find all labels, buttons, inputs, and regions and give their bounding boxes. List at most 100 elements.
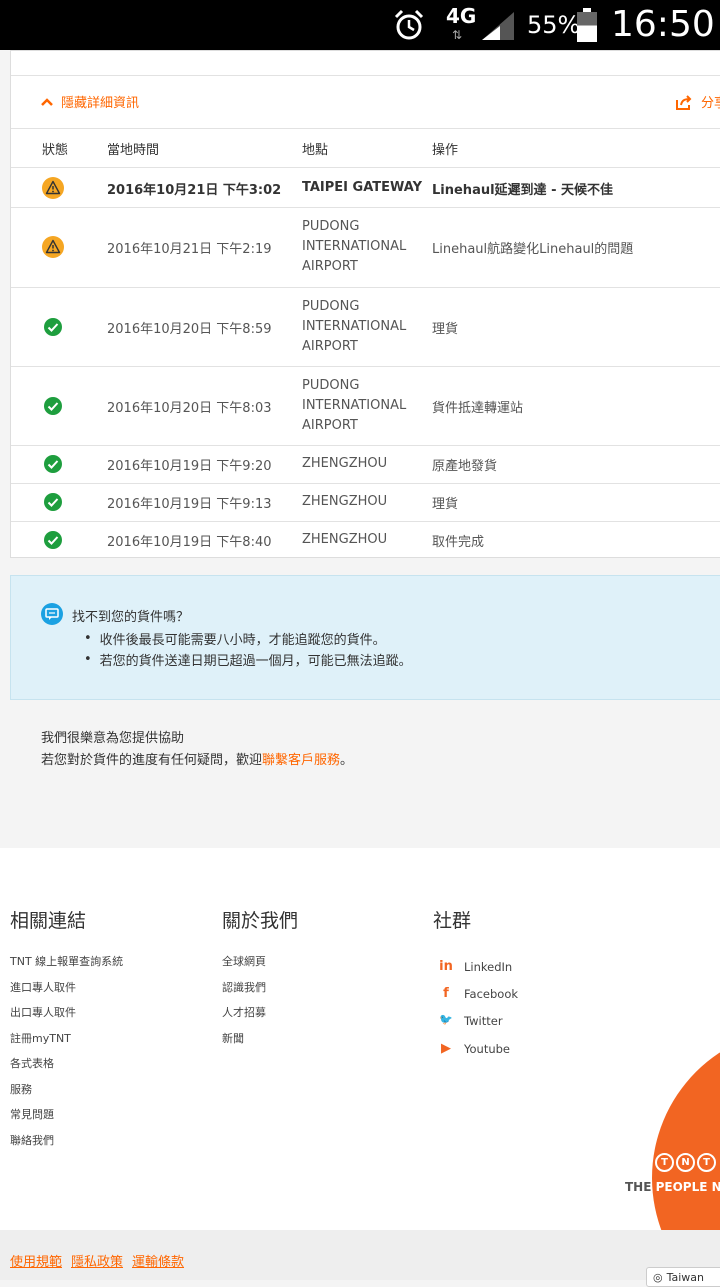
event-time: 2016年10月21日 下午2:19	[107, 242, 272, 257]
social-link-linkedin[interactable]: in LinkedIn	[433, 953, 518, 980]
panel-top-strip	[11, 51, 720, 76]
brand-tagline: THE PEOPLE N	[625, 1180, 720, 1194]
hide-details-label: 隱藏詳細資訊	[61, 96, 140, 111]
check-circle-icon	[42, 491, 64, 513]
status-bar: 4G ⇅ 55% 16:50	[0, 0, 720, 50]
event-time: 2016年10月21日 下午3:02	[107, 182, 282, 198]
footer: 相關連結 TNT 線上報單查詢系統 進口專人取件 出口專人取件 註冊myTNT 各式表格…	[0, 848, 720, 1230]
footer-link[interactable]: 全球網頁	[222, 953, 298, 979]
legal-bar: 使用規範 隱私政策 運輸條款	[0, 1230, 720, 1280]
event-location: ZHENGZHOU	[302, 532, 388, 547]
event-location: PUDONG INTERNATIONAL AIRPORT	[302, 377, 407, 433]
table-row: 2016年10月20日 下午8:59 PUDONG INTERNATIONAL A…	[11, 287, 720, 367]
social-link-twitter[interactable]: 🐦 Twitter	[433, 1008, 518, 1035]
footer-link[interactable]: 服務	[10, 1081, 123, 1107]
footer-link[interactable]: 出口專人取件	[10, 1004, 123, 1030]
event-time: 2016年10月19日 下午9:13	[107, 497, 272, 512]
column-header-status: 狀態	[42, 143, 69, 158]
chat-bubble-icon	[41, 603, 63, 625]
footer-link[interactable]: 常見問題	[10, 1106, 123, 1132]
privacy-policy-link[interactable]: 隱私政策	[71, 1251, 123, 1270]
table-row: 2016年10月21日 下午2:19 PUDONG INTERNATIONAL A…	[11, 207, 720, 288]
table-row: 2016年10月20日 下午8:03 PUDONG INTERNATIONAL A…	[11, 366, 720, 446]
hide-details-toggle[interactable]: 隱藏詳細資訊	[41, 92, 139, 111]
share-icon	[676, 94, 692, 110]
column-header-action: 操作	[432, 143, 459, 158]
check-circle-icon	[42, 316, 64, 338]
footer-related-title: 相關連結	[10, 910, 87, 932]
event-location: ZHENGZHOU	[302, 456, 388, 471]
terms-of-use-link[interactable]: 使用規範	[10, 1251, 62, 1270]
event-time: 2016年10月20日 下午8:03	[107, 400, 272, 416]
region-label: Taiwan	[666, 1270, 705, 1284]
tracking-panel: 隱藏詳細資訊 分享 狀態 當地時間 地點 操作 2016年10月21日 下午3:…	[10, 50, 720, 558]
share-button[interactable]: 分享	[675, 92, 720, 111]
region-selector[interactable]: ◎ Taiwan	[646, 1267, 720, 1287]
help-info-box: 找不到您的貨件嗎？ 收件後最長可能需要八小時，才能追蹤您的貨件。 若您的貨件送達…	[10, 575, 720, 700]
data-arrows-icon: ⇅	[452, 28, 462, 42]
warning-icon	[42, 176, 64, 199]
footer-link[interactable]: 人才招募	[222, 1004, 298, 1030]
footer-about-title: 關於我們	[222, 910, 299, 932]
event-action: Linehaul航路變化Linehaul的問題	[432, 242, 634, 257]
social-link-facebook[interactable]: f Facebook	[433, 980, 518, 1007]
check-circle-icon	[42, 395, 64, 417]
footer-link[interactable]: 認識我們	[222, 979, 298, 1005]
globe-icon: ◎	[653, 1270, 663, 1284]
info-item: 若您的貨件送達日期已超過一個月，可能已無法追蹤。	[72, 649, 412, 670]
shipping-terms-link[interactable]: 運輸條款	[132, 1251, 184, 1270]
tnt-logo: T N T	[655, 1153, 716, 1172]
table-row: 2016年10月19日 下午8:40 ZHENGZHOU 取件完成	[11, 521, 720, 559]
event-action: 理貨	[432, 497, 459, 512]
help-line-1: 我們很樂意為您提供協助	[41, 731, 185, 746]
footer-link[interactable]: 新聞	[222, 1030, 298, 1056]
footer-link[interactable]: 各式表格	[10, 1055, 123, 1081]
event-time: 2016年10月19日 下午9:20	[107, 459, 272, 474]
event-action: 原產地發貨	[432, 459, 498, 474]
info-item: 收件後最長可能需要八小時，才能追蹤您的貨件。	[72, 628, 412, 649]
footer-link[interactable]: 註冊myTNT	[10, 1030, 123, 1056]
battery-percent: 55%	[527, 11, 581, 39]
linkedin-icon: in	[439, 958, 453, 974]
event-time: 2016年10月20日 下午8:59	[107, 321, 272, 337]
battery-icon	[577, 8, 597, 42]
network-type: 4G	[446, 4, 477, 28]
event-action: 理貨	[432, 321, 459, 337]
share-label: 分享	[701, 96, 720, 111]
youtube-icon: ▶	[441, 1040, 451, 1056]
footer-about-links: 關於我們 全球網頁 認識我們 人才招募 新聞	[222, 906, 298, 1055]
social-link-youtube[interactable]: ▶ Youtube	[433, 1035, 518, 1062]
event-location: ZHENGZHOU	[302, 494, 388, 509]
event-time: 2016年10月19日 下午8:40	[107, 535, 272, 550]
contact-customer-service-link[interactable]: 聯繫客戶服務	[262, 753, 340, 768]
table-row: 2016年10月19日 下午9:13 ZHENGZHOU 理貨	[11, 483, 720, 522]
event-location: PUDONG INTERNATIONAL AIRPORT	[302, 219, 407, 274]
alarm-icon	[394, 9, 424, 40]
column-header-time: 當地時間	[107, 143, 160, 158]
info-list: 收件後最長可能需要八小時，才能追蹤您的貨件。 若您的貨件送達日期已超過一個月，可…	[72, 628, 412, 670]
footer-link[interactable]: TNT 線上報單查詢系統	[10, 953, 123, 979]
event-location: PUDONG INTERNATIONAL AIRPORT	[302, 298, 407, 354]
column-header-location: 地點	[302, 143, 329, 158]
event-action: 取件完成	[432, 535, 485, 550]
footer-social-links: 社群 in LinkedIn f Facebook 🐦 Twitter ▶ Youtube	[433, 906, 518, 1062]
help-line-2: 若您對於貨件的進度有任何疑問，歡迎聯繫客戶服務。	[41, 753, 354, 768]
twitter-icon: 🐦	[439, 1013, 453, 1027]
check-circle-icon	[42, 529, 64, 551]
check-circle-icon	[42, 453, 64, 475]
table-row: 2016年10月19日 下午9:20 ZHENGZHOU 原產地發貨	[11, 445, 720, 484]
facebook-icon: f	[443, 985, 449, 1001]
brand-circle	[652, 1028, 720, 1230]
signal-icon	[482, 12, 514, 40]
table-row: 2016年10月21日 下午3:02 TAIPEI GATEWAY Linehaul…	[11, 168, 720, 208]
warning-icon	[42, 236, 64, 258]
event-action: 貨件抵達轉運站	[432, 400, 524, 416]
footer-social-title: 社群	[433, 910, 472, 932]
footer-link[interactable]: 進口專人取件	[10, 979, 123, 1005]
footer-related-links: 相關連結 TNT 線上報單查詢系統 進口專人取件 出口專人取件 註冊myTNT 各式表格…	[10, 906, 123, 1157]
footer-link[interactable]: 聯絡我們	[10, 1132, 123, 1158]
info-title: 找不到您的貨件嗎？	[72, 610, 190, 625]
details-toggle-row: 隱藏詳細資訊 分享	[11, 76, 720, 129]
table-header: 狀態 當地時間 地點 操作	[11, 129, 720, 168]
chevron-up-icon	[41, 97, 53, 106]
